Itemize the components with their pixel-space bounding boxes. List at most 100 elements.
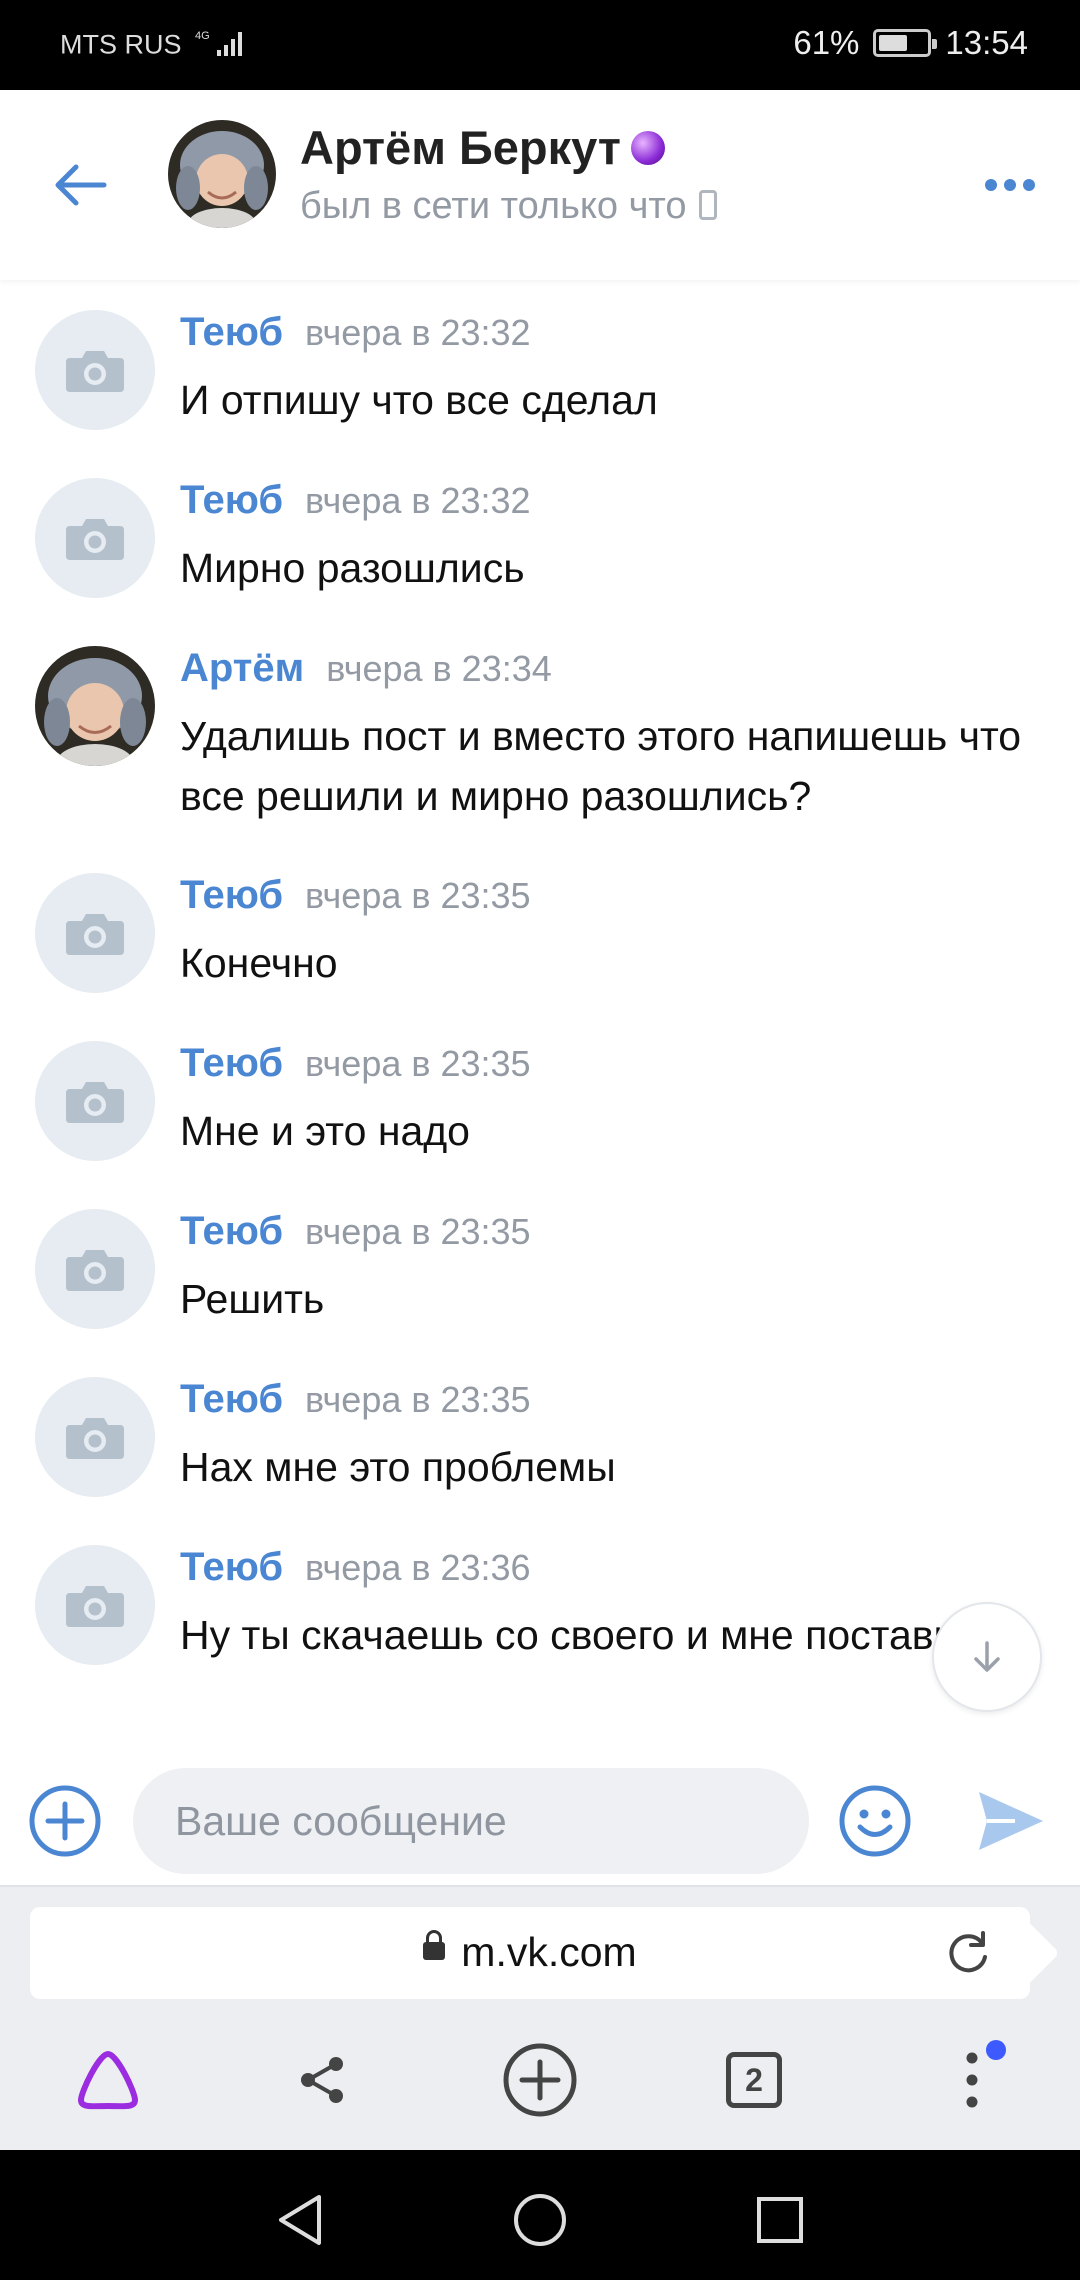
message-time: вчера в 23:32 [305,480,531,521]
message-author-name: Теюб [180,478,284,522]
message-author[interactable]: Артём вчера в 23:34 [180,646,552,691]
message-input[interactable] [133,1768,809,1874]
nav-recents-icon [757,2197,803,2243]
message-author-name: Артём [180,646,305,690]
message-author-name: Теюб [180,873,284,917]
more-options-button[interactable] [970,160,1050,210]
battery-fill [879,35,908,51]
avatar-placeholder-camera-icon[interactable] [35,873,155,993]
crystal-ball-icon [630,130,665,165]
share-button[interactable] [282,2040,362,2120]
tabs-count: 2 [726,2052,782,2108]
lock-icon [423,1930,446,1961]
kebab-menu-icon [966,2052,978,2108]
message-time: вчера в 23:35 [305,1379,531,1420]
new-tab-button[interactable] [500,2040,580,2120]
reload-icon [949,1931,987,1973]
mobile-phone-icon [698,189,717,220]
nav-back-button[interactable] [265,2185,335,2255]
message-time: вчера в 23:35 [305,1211,531,1252]
message-author-name: Теюб [180,310,284,354]
message-author[interactable]: Теюб вчера в 23:35 [180,873,531,918]
message-time: вчера в 23:32 [305,312,531,353]
back-button[interactable] [40,145,120,225]
contact-status-text: был в сети только что [300,185,687,227]
message-text: Удалишь пост и вместо этого напишешь что… [180,713,1022,819]
message-author[interactable]: Теюб вчера в 23:36 [180,1545,531,1590]
author-avatar[interactable] [35,646,155,766]
send-icon [979,1792,1043,1850]
share-icon [301,2057,343,2103]
battery-icon [873,29,938,57]
scroll-down-button[interactable] [932,1602,1042,1712]
message-author-name: Теюб [180,1377,284,1421]
emoji-button[interactable] [838,1784,912,1858]
browser-toolbar: 2 [0,2010,1080,2150]
clock: 13:54 [945,24,1028,61]
assistant-button[interactable] [68,2040,148,2120]
message-time: вчера в 23:36 [305,1547,531,1588]
contact-avatar[interactable] [168,120,276,228]
svg-text:4G: 4G [195,30,210,42]
message-author[interactable]: Теюб вчера в 23:32 [180,310,531,355]
tabs-button[interactable]: 2 [714,2040,794,2120]
status-bar: MTS RUS 4G 61% 13:54 [0,0,1080,90]
message-text: Ну ты скачаешь со своего и мне поставишь [180,1612,1011,1658]
battery-percent: 61% [793,24,860,61]
message-text: Мирно разошлись [180,545,525,591]
message-text: И отпишу что все сделал [180,377,658,423]
contact-status: был в сети только что [300,185,717,228]
emoji-icon [839,1785,911,1857]
nav-back-icon [279,2195,321,2245]
message-text: Конечно [180,940,338,986]
message-composer [0,1750,1080,1885]
avatar-placeholder-camera-icon[interactable] [35,1377,155,1497]
nav-recents-button[interactable] [745,2185,815,2255]
avatar-placeholder-camera-icon[interactable] [35,478,155,598]
carrier-label: MTS RUS 4G [60,28,251,65]
message-text: Нах мне это проблемы [180,1444,616,1490]
url-text: m.vk.com [461,1929,637,1975]
carrier-name: MTS RUS [60,29,182,60]
message-text: Мне и это надо [180,1108,470,1154]
more-dot [1023,179,1035,191]
add-circle-icon [29,1785,101,1857]
url-display: m.vk.com [30,1929,1030,1976]
avatar-placeholder-camera-icon[interactable] [35,310,155,430]
message-time: вчера в 23:34 [326,648,552,689]
chat-header: Артём Беркут был в сети только что [0,90,1080,280]
attach-button[interactable] [28,1784,102,1858]
contact-name[interactable]: Артём Беркут [300,120,665,175]
send-button[interactable] [975,1786,1047,1856]
nav-home-button[interactable] [505,2185,575,2255]
message-author[interactable]: Теюб вчера в 23:35 [180,1377,531,1422]
system-navigation-bar [0,2150,1080,2280]
avatar-placeholder-camera-icon[interactable] [35,1041,155,1161]
arrow-down-icon [974,1641,1000,1672]
alice-icon [78,2051,138,2110]
reload-button[interactable] [940,1925,996,1981]
message-author[interactable]: Теюб вчера в 23:35 [180,1209,531,1254]
message-list[interactable]: Теюб вчера в 23:32 И отпишу что все сделал… [0,280,1080,1750]
message-author-name: Теюб [180,1545,284,1589]
more-dot [1004,179,1016,191]
message-author[interactable]: Теюб вчера в 23:32 [180,478,531,523]
url-field[interactable]: m.vk.com [30,1907,1030,1999]
back-arrow-icon [55,164,107,206]
signal-icon: 4G [195,28,251,65]
status-right: 61% 13:54 [793,24,1028,62]
message-author[interactable]: Теюб вчера в 23:35 [180,1041,531,1086]
message-author-name: Теюб [180,1209,284,1253]
notification-dot [986,2040,1006,2060]
more-dots-icon [985,179,997,191]
avatar-placeholder-camera-icon[interactable] [35,1545,155,1665]
new-tab-icon [503,2043,577,2117]
message-author-name: Теюб [180,1041,284,1085]
message-text: Решить [180,1276,325,1322]
browser-menu-button[interactable] [932,2040,1012,2120]
nav-home-icon [514,2194,566,2246]
browser-address-bar: m.vk.com [0,1885,1080,2010]
contact-name-text: Артём Беркут [300,121,621,174]
message-time: вчера в 23:35 [305,875,531,916]
avatar-placeholder-camera-icon[interactable] [35,1209,155,1329]
